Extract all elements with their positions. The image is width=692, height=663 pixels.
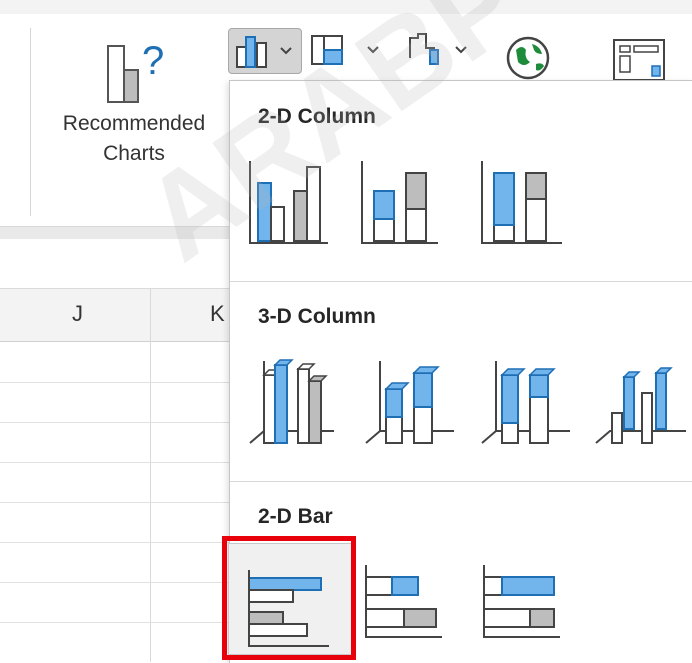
recommended-charts-button[interactable]: ? Recommended Charts <box>44 28 234 188</box>
column-header-k[interactable]: K <box>210 301 225 327</box>
ribbon-group-separator <box>30 28 31 216</box>
section-separator <box>230 481 692 482</box>
column-chart-dropdown: 2-D Column 3-D Column 2-D Bar <box>228 80 692 663</box>
row-line <box>0 382 230 383</box>
column-header-j[interactable]: J <box>72 301 83 327</box>
clustered-bar-icon <box>248 570 329 647</box>
row-line <box>0 422 230 423</box>
3d-stacked-column-option[interactable] <box>364 357 488 467</box>
pivotchart-button[interactable] <box>606 28 676 81</box>
stacked-column-option[interactable] <box>354 157 478 267</box>
stacked-bar-icon <box>365 565 442 638</box>
3d-clustered-column-option[interactable] <box>242 357 366 467</box>
clustered-column-icon <box>249 161 328 244</box>
hierarchy-chart-icon <box>311 35 379 65</box>
ribbon-top-band <box>0 0 692 14</box>
maps-button[interactable] <box>500 28 556 80</box>
section-title-2d-column: 2-D Column <box>258 105 376 128</box>
3d-stacked-column-icon <box>365 361 454 444</box>
globe-icon <box>506 36 550 80</box>
stacked-bar-option[interactable] <box>358 551 482 661</box>
column-separator <box>150 288 151 662</box>
waterfall-chart-icon <box>409 33 467 65</box>
3d-100-stacked-column-option[interactable] <box>480 357 604 467</box>
row-line <box>0 622 230 623</box>
row-line <box>0 462 230 463</box>
100-stacked-bar-icon <box>483 565 560 638</box>
100-stacked-column-icon <box>481 161 562 244</box>
svg-text:?: ? <box>142 39 164 83</box>
3d-clustered-column-icon <box>249 359 334 444</box>
recommended-charts-label-line1: Recommended <box>62 112 206 135</box>
question-mark-chart-icon: ? <box>107 39 164 103</box>
3d-column-icon <box>595 367 686 444</box>
stacked-column-icon <box>361 161 438 244</box>
section-separator <box>230 281 692 282</box>
row-line <box>0 542 230 543</box>
3d-column-option[interactable] <box>594 357 692 467</box>
section-title-3d-column: 3-D Column <box>258 305 376 328</box>
row-line <box>0 582 230 583</box>
column-chart-button[interactable] <box>228 28 302 74</box>
column-chart-icon <box>236 36 292 68</box>
row-line <box>0 502 230 503</box>
hierarchy-chart-button[interactable] <box>308 28 384 72</box>
column-header-bar: J K <box>0 288 230 342</box>
clustered-column-option[interactable] <box>242 157 366 267</box>
pivotchart-icon <box>613 39 665 81</box>
recommended-charts-label-line2: Charts <box>103 142 165 165</box>
3d-100-stacked-column-icon <box>481 361 570 444</box>
100-stacked-column-option[interactable] <box>474 157 598 267</box>
100-stacked-bar-option[interactable] <box>474 551 598 661</box>
clustered-bar-option[interactable] <box>228 543 354 655</box>
section-title-2d-bar: 2-D Bar <box>258 505 333 528</box>
waterfall-chart-button[interactable] <box>404 28 476 72</box>
